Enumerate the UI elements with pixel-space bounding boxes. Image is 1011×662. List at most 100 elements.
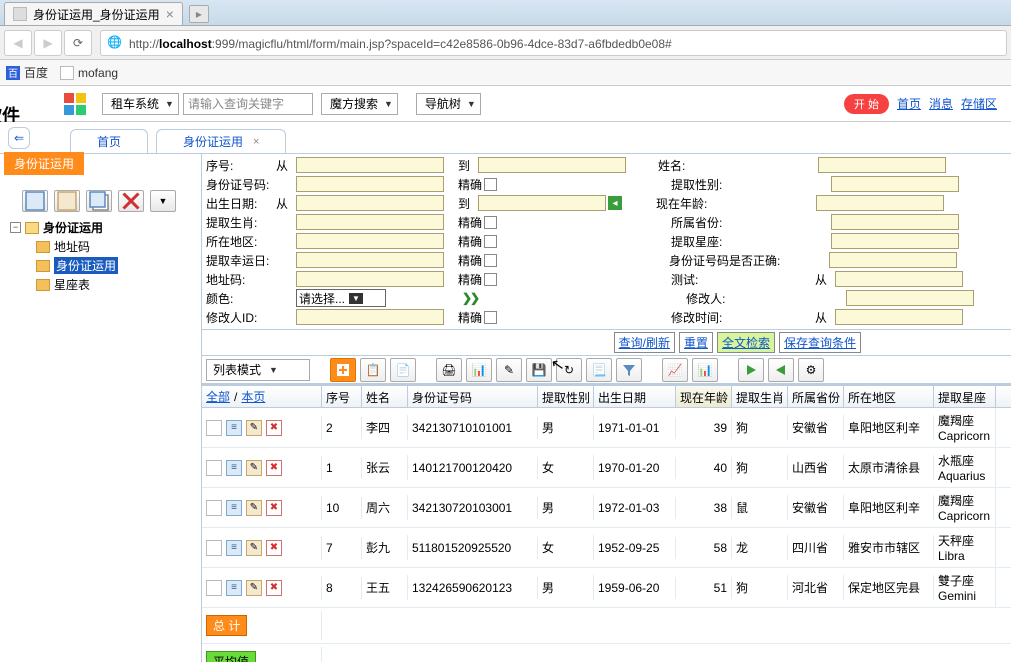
col-province[interactable]: 所属省份 bbox=[788, 386, 844, 407]
input-lucky[interactable] bbox=[296, 252, 444, 268]
search-input[interactable]: 请输入查询关键字 bbox=[183, 93, 313, 115]
input-addrcode[interactable] bbox=[296, 271, 444, 287]
input-sex[interactable] bbox=[831, 176, 959, 192]
table-row[interactable]: ≡✎✖2李四342130710101001男1971-01-0139狗安徽省阜阳… bbox=[202, 408, 1011, 448]
tb-print-icon[interactable]: 🖨 bbox=[436, 358, 462, 382]
home-link[interactable]: 首页 bbox=[897, 95, 921, 112]
new-tab-button[interactable]: ▸ bbox=[189, 5, 209, 23]
tb-chart-icon[interactable]: 📈 bbox=[662, 358, 688, 382]
col-zodiac[interactable]: 提取生肖 bbox=[732, 386, 788, 407]
row-edit-icon[interactable]: ✎ bbox=[246, 420, 262, 436]
input-name[interactable] bbox=[818, 157, 946, 173]
tb-prev-icon[interactable] bbox=[768, 358, 794, 382]
tb-filter-icon[interactable] bbox=[616, 358, 642, 382]
row-delete-icon[interactable]: ✖ bbox=[266, 500, 282, 516]
check-addr-exact[interactable] bbox=[484, 273, 497, 286]
input-region[interactable] bbox=[296, 233, 444, 249]
row-detail-icon[interactable]: ≡ bbox=[226, 500, 242, 516]
sb-copy-icon[interactable] bbox=[86, 190, 112, 212]
expand-icon[interactable]: ❯❯ bbox=[462, 291, 478, 305]
bookmark-baidu[interactable]: 百 百度 bbox=[6, 64, 48, 81]
check-idno-exact[interactable] bbox=[484, 178, 497, 191]
col-name[interactable]: 姓名 bbox=[362, 386, 408, 407]
input-province[interactable] bbox=[831, 214, 959, 230]
row-checkbox[interactable] bbox=[206, 540, 222, 556]
row-checkbox[interactable] bbox=[206, 460, 222, 476]
check-modid-exact[interactable] bbox=[484, 311, 497, 324]
table-row[interactable]: ≡✎✖7彭九511801520925520女1952-09-2558龙四川省雅安… bbox=[202, 528, 1011, 568]
check-region-exact[interactable] bbox=[484, 235, 497, 248]
fulltext-button[interactable]: 全文检索 bbox=[717, 332, 775, 353]
url-field[interactable]: 🌐 http://localhost:999/magicflu/html/for… bbox=[100, 30, 1007, 56]
tab-close-icon[interactable]: × bbox=[166, 6, 174, 22]
col-region[interactable]: 所在地区 bbox=[844, 386, 934, 407]
col-seq[interactable]: 序号 bbox=[322, 386, 362, 407]
input-idcorrect[interactable] bbox=[829, 252, 957, 268]
input-test[interactable] bbox=[835, 271, 963, 287]
tb-edit-icon[interactable]: ✎ bbox=[496, 358, 522, 382]
input-age[interactable] bbox=[816, 195, 944, 211]
forward-button[interactable]: ▶ bbox=[34, 30, 62, 56]
tb-play-icon[interactable] bbox=[738, 358, 764, 382]
row-detail-icon[interactable]: ≡ bbox=[226, 540, 242, 556]
system-select[interactable]: 租车系统 ▼ bbox=[102, 93, 179, 115]
tab-back-button[interactable]: ⇐ bbox=[8, 127, 30, 149]
row-detail-icon[interactable]: ≡ bbox=[226, 580, 242, 596]
col-birth[interactable]: 出生日期 bbox=[594, 386, 676, 407]
table-row[interactable]: ≡✎✖8王五132426590620123男1959-06-2051狗河北省保定… bbox=[202, 568, 1011, 608]
table-row[interactable]: ≡✎✖10周六342130720103001男1972-01-0338鼠安徽省阜… bbox=[202, 488, 1011, 528]
date-picker-icon[interactable]: ◂ bbox=[608, 196, 622, 210]
tree-item-constellation[interactable]: 星座表 bbox=[10, 275, 197, 294]
row-edit-icon[interactable]: ✎ bbox=[246, 500, 262, 516]
input-seq-from[interactable] bbox=[296, 157, 444, 173]
input-modtime[interactable] bbox=[835, 309, 963, 325]
input-constellation[interactable] bbox=[831, 233, 959, 249]
tb-new-icon[interactable] bbox=[330, 358, 356, 382]
table-row[interactable]: ≡✎✖1张云140121700120420女1970-01-2040狗山西省太原… bbox=[202, 448, 1011, 488]
side-tab-active[interactable]: 身份证运用 bbox=[4, 152, 84, 175]
sb-more-icon[interactable]: ▼ bbox=[150, 190, 176, 212]
reset-button[interactable]: 重置 bbox=[679, 332, 713, 353]
sb-edit-icon[interactable] bbox=[54, 190, 80, 212]
tb-stats-icon[interactable]: 📊 bbox=[692, 358, 718, 382]
row-checkbox[interactable] bbox=[206, 420, 222, 436]
row-checkbox[interactable] bbox=[206, 580, 222, 596]
save-cond-button[interactable]: 保存查询条件 bbox=[779, 332, 861, 353]
tb-export-icon[interactable]: 📊 bbox=[466, 358, 492, 382]
start-badge[interactable]: 开 始 bbox=[844, 94, 889, 114]
row-detail-icon[interactable]: ≡ bbox=[226, 460, 242, 476]
search-type-select[interactable]: 魔方搜索 ▼ bbox=[321, 93, 398, 115]
tb-settings-icon[interactable]: ⚙ bbox=[798, 358, 824, 382]
row-edit-icon[interactable]: ✎ bbox=[246, 540, 262, 556]
tree-item-idcard[interactable]: 身份证运用 bbox=[10, 256, 197, 275]
bookmark-mofang[interactable]: mofang bbox=[60, 66, 118, 80]
row-delete-icon[interactable]: ✖ bbox=[266, 540, 282, 556]
tree-item-addr[interactable]: 地址码 bbox=[10, 237, 197, 256]
row-delete-icon[interactable]: ✖ bbox=[266, 580, 282, 596]
row-delete-icon[interactable]: ✖ bbox=[266, 420, 282, 436]
sb-del-icon[interactable] bbox=[118, 190, 144, 212]
col-idno[interactable]: 身份证号码 bbox=[408, 386, 538, 407]
row-checkbox[interactable] bbox=[206, 500, 222, 516]
row-edit-icon[interactable]: ✎ bbox=[246, 580, 262, 596]
row-detail-icon[interactable]: ≡ bbox=[226, 420, 242, 436]
tab-idcard[interactable]: 身份证运用 × bbox=[156, 129, 286, 153]
reload-button[interactable]: ⟳ bbox=[64, 30, 92, 56]
sb-new-icon[interactable] bbox=[22, 190, 48, 212]
tab-close-icon[interactable]: × bbox=[253, 136, 259, 148]
collapse-icon[interactable]: − bbox=[10, 222, 21, 233]
input-modifier[interactable] bbox=[846, 290, 974, 306]
storage-link[interactable]: 存储区 bbox=[961, 95, 997, 112]
row-edit-icon[interactable]: ✎ bbox=[246, 460, 262, 476]
tb-delete-icon[interactable]: 📃 bbox=[586, 358, 612, 382]
tb-save-icon[interactable]: 💾 bbox=[526, 358, 552, 382]
messages-link[interactable]: 消息 bbox=[929, 95, 953, 112]
check-zodiac-exact[interactable] bbox=[484, 216, 497, 229]
query-button[interactable]: 查询/刷新 bbox=[614, 332, 675, 353]
col-sex[interactable]: 提取性别 bbox=[538, 386, 594, 407]
col-age[interactable]: 现在年龄▲ bbox=[676, 386, 732, 407]
tb-copy-icon[interactable]: 📋 bbox=[360, 358, 386, 382]
col-constellation[interactable]: 提取星座 bbox=[934, 386, 996, 407]
select-color[interactable]: 请选择... ▼ bbox=[296, 289, 386, 307]
input-birth-to[interactable] bbox=[478, 195, 606, 211]
